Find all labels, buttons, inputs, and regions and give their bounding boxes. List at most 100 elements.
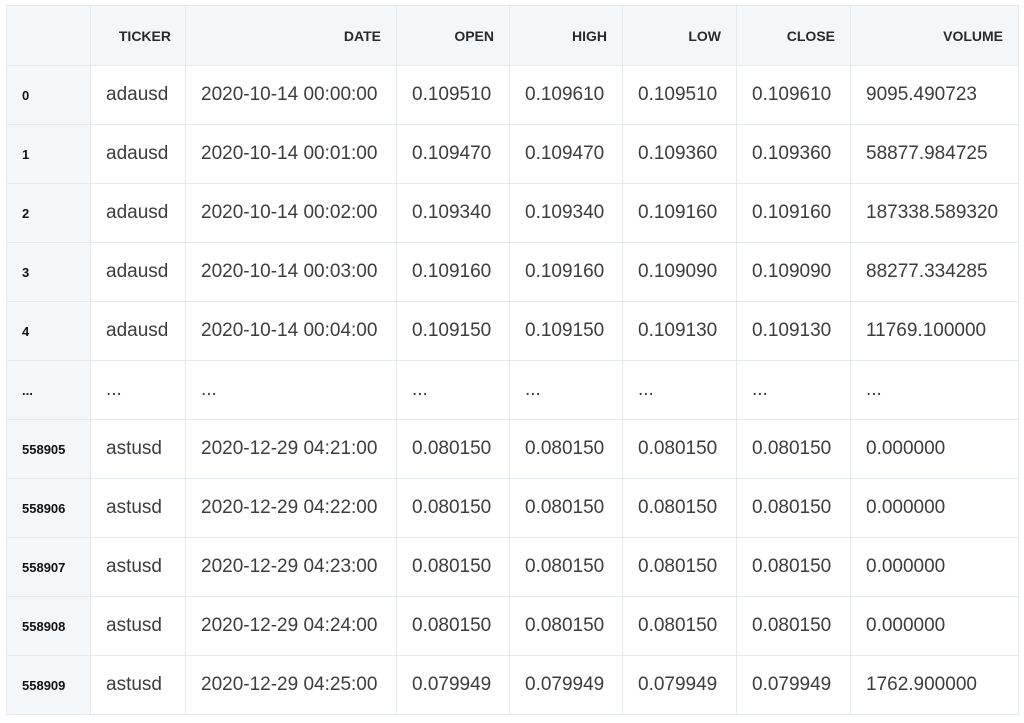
table-row: 558909 astusd 2020-12-29 04:25:00 0.079949 0… [6,655,1019,715]
open-cell: ... [396,360,510,420]
date-cell: 2020-12-29 04:22:00 [185,478,397,538]
table-row: 558907 astusd 2020-12-29 04:23:00 0.080150 0… [6,537,1019,597]
date-cell: 2020-10-14 00:01:00 [185,124,397,184]
table-row: 1 adausd 2020-10-14 00:01:00 0.109470 0.1094… [6,124,1019,184]
open-cell: 0.079949 [396,655,510,715]
close-cell: 0.079949 [736,655,851,715]
low-cell: 0.109160 [622,183,737,243]
table-row: 2 adausd 2020-10-14 00:02:00 0.109340 0.1093… [6,183,1019,243]
volume-cell: 187338.589320 [850,183,1019,243]
row-index: 558908 [6,596,91,656]
ticker-cell: astusd [90,419,186,479]
table-row: ........................ [6,360,1019,420]
table-row: 3 adausd 2020-10-14 00:03:00 0.109160 0.1091… [6,242,1019,302]
low-cell: 0.079949 [622,655,737,715]
column-header-volume: VOLUME [850,5,1019,66]
ticker-cell: ... [90,360,186,420]
date-cell: 2020-10-14 00:03:00 [185,242,397,302]
dataframe-container: TICKER DATE OPEN HIGH LOW CLOSE VOLUME 0… [6,5,1019,717]
low-cell: 0.080150 [622,419,737,479]
column-header-close: CLOSE [736,5,851,66]
column-header-date: DATE [185,5,397,66]
close-cell: 0.109610 [736,65,851,125]
date-cell: 2020-12-29 04:25:00 [185,655,397,715]
column-header-high: HIGH [509,5,623,66]
open-cell: 0.080150 [396,596,510,656]
high-cell: 0.080150 [509,537,623,597]
low-cell: 0.109510 [622,65,737,125]
low-cell: ... [622,360,737,420]
ticker-cell: astusd [90,596,186,656]
date-cell: 2020-10-14 00:04:00 [185,301,397,361]
row-index: 3 [6,242,91,302]
table-body: 0 adausd 2020-10-14 00:00:00 0.109510 0.1096… [6,65,1019,715]
row-index: 4 [6,301,91,361]
table-row: 0 adausd 2020-10-14 00:00:00 0.109510 0.1096… [6,65,1019,125]
low-cell: 0.080150 [622,478,737,538]
row-index: 2 [6,183,91,243]
low-cell: 0.109130 [622,301,737,361]
close-cell: 0.109090 [736,242,851,302]
high-cell: 0.109340 [509,183,623,243]
date-cell: 2020-12-29 04:23:00 [185,537,397,597]
row-index: ... [6,360,91,420]
volume-cell: 11769.100000 [850,301,1019,361]
open-cell: 0.109340 [396,183,510,243]
low-cell: 0.109360 [622,124,737,184]
volume-cell: 0.000000 [850,596,1019,656]
row-index: 558905 [6,419,91,479]
row-index: 558906 [6,478,91,538]
close-cell: 0.109360 [736,124,851,184]
volume-cell: ... [850,360,1019,420]
low-cell: 0.080150 [622,537,737,597]
high-cell: 0.109470 [509,124,623,184]
close-cell: 0.109130 [736,301,851,361]
dataframe-table: TICKER DATE OPEN HIGH LOW CLOSE VOLUME 0… [6,5,1019,715]
index-header [6,5,91,66]
date-cell: ... [185,360,397,420]
close-cell: 0.080150 [736,596,851,656]
row-index: 0 [6,65,91,125]
ticker-cell: adausd [90,301,186,361]
header-row: TICKER DATE OPEN HIGH LOW CLOSE VOLUME [6,5,1019,66]
date-cell: 2020-12-29 04:21:00 [185,419,397,479]
column-header-ticker: TICKER [90,5,186,66]
volume-cell: 9095.490723 [850,65,1019,125]
ticker-cell: astusd [90,655,186,715]
open-cell: 0.109510 [396,65,510,125]
high-cell: 0.079949 [509,655,623,715]
ticker-cell: adausd [90,65,186,125]
table-row: 558906 astusd 2020-12-29 04:22:00 0.080150 0… [6,478,1019,538]
close-cell: 0.080150 [736,537,851,597]
row-index: 558909 [6,655,91,715]
volume-cell: 58877.984725 [850,124,1019,184]
open-cell: 0.109470 [396,124,510,184]
close-cell: 0.080150 [736,478,851,538]
table-row: 558905 astusd 2020-12-29 04:21:00 0.080150 0… [6,419,1019,479]
high-cell: 0.080150 [509,596,623,656]
open-cell: 0.109160 [396,242,510,302]
row-index: 558907 [6,537,91,597]
high-cell: 0.080150 [509,478,623,538]
low-cell: 0.080150 [622,596,737,656]
high-cell: 0.080150 [509,419,623,479]
date-cell: 2020-10-14 00:00:00 [185,65,397,125]
low-cell: 0.109090 [622,242,737,302]
open-cell: 0.080150 [396,537,510,597]
open-cell: 0.080150 [396,419,510,479]
volume-cell: 0.000000 [850,478,1019,538]
ticker-cell: adausd [90,242,186,302]
open-cell: 0.080150 [396,478,510,538]
high-cell: ... [509,360,623,420]
volume-cell: 0.000000 [850,537,1019,597]
volume-cell: 1762.900000 [850,655,1019,715]
date-cell: 2020-12-29 04:24:00 [185,596,397,656]
column-header-low: LOW [622,5,737,66]
table-row: 4 adausd 2020-10-14 00:04:00 0.109150 0.1091… [6,301,1019,361]
high-cell: 0.109160 [509,242,623,302]
volume-cell: 0.000000 [850,419,1019,479]
volume-cell: 88277.334285 [850,242,1019,302]
high-cell: 0.109150 [509,301,623,361]
ticker-cell: astusd [90,478,186,538]
column-header-open: OPEN [396,5,510,66]
